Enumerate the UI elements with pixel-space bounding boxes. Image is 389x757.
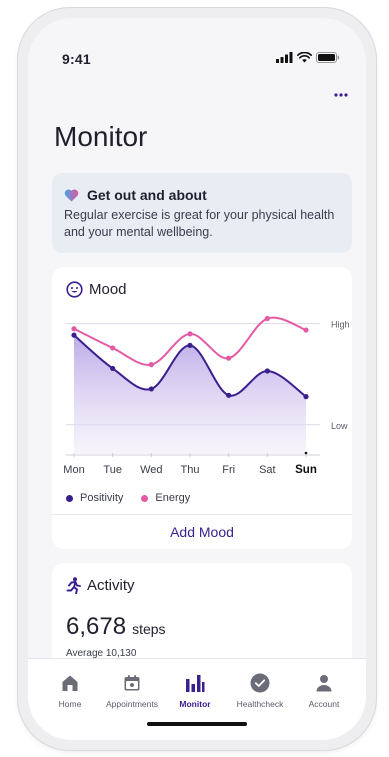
x-tick-label-fri[interactable]: Fri — [222, 464, 235, 476]
mood-legend: Positivity Energy — [66, 492, 190, 504]
legend-label-energy: Energy — [155, 492, 191, 504]
x-tick-label-wed[interactable]: Wed — [140, 464, 162, 476]
home-indicator[interactable] — [147, 722, 247, 726]
x-tick-label-mon[interactable]: Mon — [63, 464, 84, 476]
page-title: Monitor — [54, 121, 148, 152]
energy-point-thu — [187, 331, 193, 337]
y-tick-label-high: High — [331, 320, 350, 330]
person-icon — [315, 673, 333, 693]
mood-card: Mood High Low Mon Tue Wed Thu Fri Sat Sun Positi… — [52, 267, 352, 549]
steps-value: 6,678 — [66, 613, 127, 640]
home-icon — [61, 673, 79, 693]
tip-title: Get out and about — [87, 187, 207, 203]
steps-display: 6,678 steps — [66, 613, 166, 641]
tip-header: Get out and about — [64, 187, 340, 203]
calendar-icon — [123, 673, 141, 693]
tab-label-home: Home — [58, 699, 82, 709]
legend-dot-positivity — [66, 494, 73, 502]
tab-label-appointments: Appointments — [106, 699, 158, 709]
energy-point-sun — [303, 327, 309, 333]
phone-screen: 9:41 Monitor Get out and about Regular e… — [28, 18, 366, 740]
tab-bar: Home Appointments Monitor Healthcheck Ac… — [28, 658, 366, 740]
mood-card-header: Mood — [66, 281, 127, 298]
positivity-point-wed — [148, 386, 154, 392]
x-tick-label-sat[interactable]: Sat — [259, 464, 276, 476]
tab-appointments[interactable]: Appointments — [97, 673, 167, 709]
battery-icon — [316, 52, 340, 63]
tab-account[interactable]: Account — [289, 673, 359, 709]
wifi-icon — [297, 52, 312, 63]
tip-body: Regular exercise is great for your physi… — [64, 208, 335, 239]
legend-label-positivity: Positivity — [80, 492, 124, 504]
activity-card-header: Activity — [66, 577, 135, 594]
check-circle-icon — [250, 673, 270, 693]
energy-point-sat — [264, 315, 270, 322]
tab-home[interactable]: Home — [35, 673, 105, 709]
today-marker — [304, 451, 308, 455]
status-icons — [276, 52, 340, 63]
ellipsis-icon — [334, 93, 348, 97]
legend-item-energy: Energy — [141, 492, 190, 504]
legend-dot-energy — [141, 494, 149, 502]
status-bar: 9:41 — [28, 18, 366, 68]
mood-chart: High Low Mon Tue Wed Thu Fri Sat Sun — [63, 315, 350, 476]
positivity-point-tue — [110, 365, 116, 372]
positivity-point-fri — [226, 392, 232, 398]
tab-label-monitor: Monitor — [179, 699, 211, 709]
tab-label-account: Account — [308, 699, 340, 709]
status-time: 9:41 — [62, 51, 91, 67]
tip-card[interactable]: Get out and about Regular exercise is gr… — [52, 173, 352, 253]
energy-point-tue — [110, 345, 116, 351]
x-tick-label-thu[interactable]: Thu — [181, 464, 200, 476]
x-tick-label-sun[interactable]: Sun — [295, 464, 317, 476]
energy-point-wed — [148, 362, 154, 368]
tab-monitor[interactable]: Monitor — [160, 673, 230, 709]
energy-point-fri — [226, 355, 232, 361]
phone-frame: 9:41 Monitor Get out and about Regular e… — [18, 8, 376, 750]
add-mood-button[interactable]: Add Mood — [52, 514, 352, 549]
positivity-point-thu — [187, 342, 193, 348]
tab-healthcheck[interactable]: Healthcheck — [225, 673, 295, 709]
positivity-point-sat — [264, 368, 270, 374]
positivity-area — [74, 335, 306, 455]
more-options-button[interactable] — [330, 88, 352, 102]
mood-title: Mood — [89, 281, 127, 298]
steps-unit: steps — [132, 621, 166, 637]
bar-chart-icon — [185, 673, 205, 693]
y-tick-label-low: Low — [331, 421, 348, 431]
heart-icon — [64, 188, 79, 201]
tab-label-healthcheck: Healthcheck — [236, 699, 284, 709]
running-person-icon — [66, 577, 81, 594]
activity-title: Activity — [87, 577, 135, 594]
smiley-icon — [66, 281, 83, 298]
legend-item-positivity: Positivity — [66, 492, 123, 504]
x-tick-label-tue[interactable]: Tue — [103, 464, 122, 476]
signal-icon — [276, 52, 293, 63]
energy-point-mon — [71, 326, 77, 332]
positivity-point-sun — [303, 394, 309, 400]
positivity-point-mon — [71, 332, 77, 338]
